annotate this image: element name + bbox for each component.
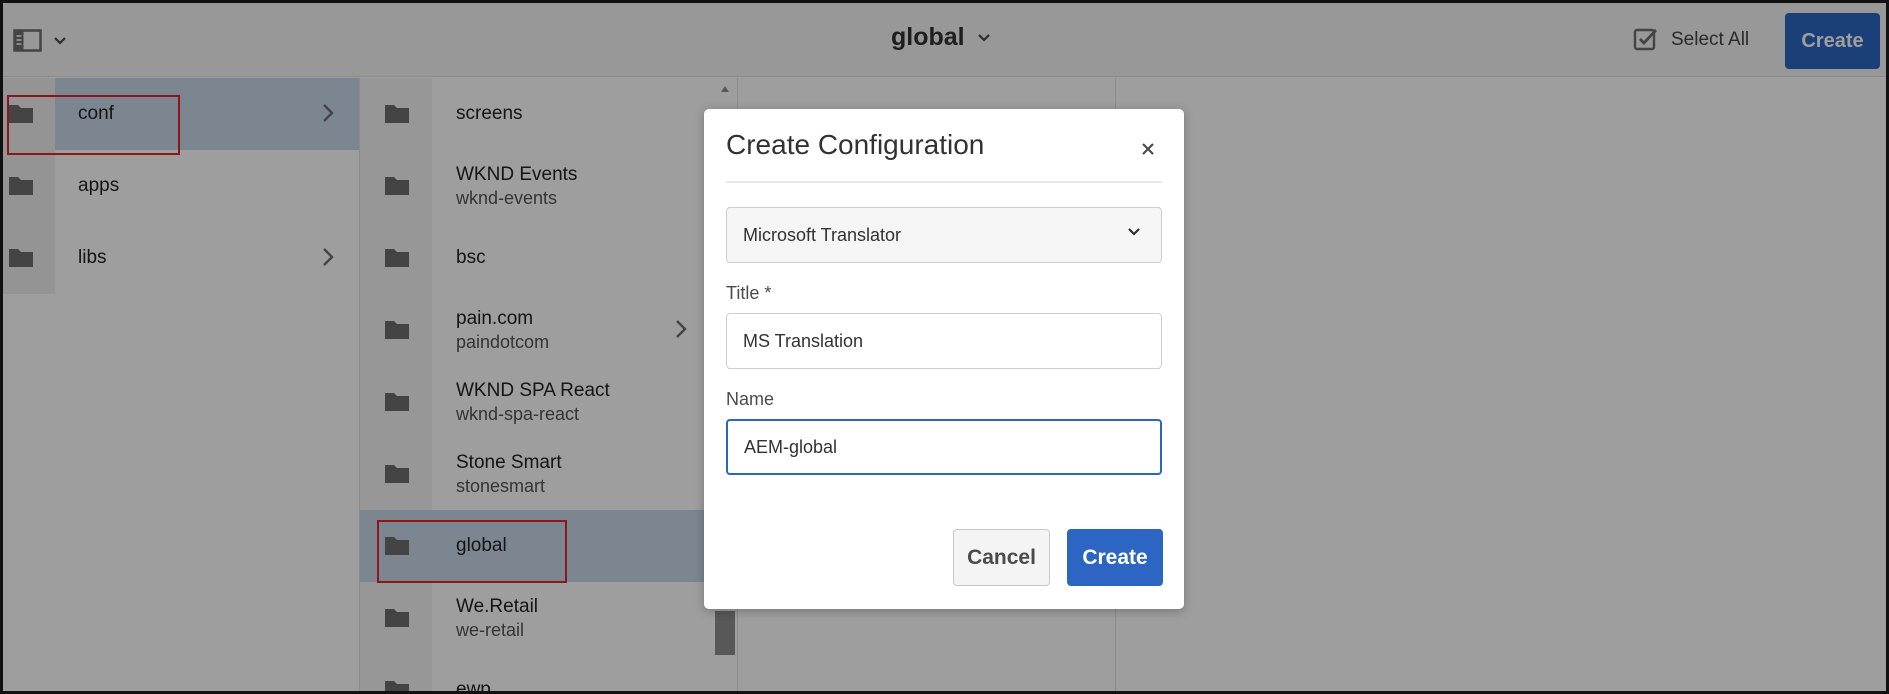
configuration-type-select[interactable]: Microsoft Translator [726, 207, 1162, 263]
dialog-title: Create Configuration [726, 129, 985, 160]
title-input[interactable] [726, 313, 1162, 369]
aem-configuration-browser: global Select All Create conf apps libs … [0, 0, 1889, 694]
close-icon[interactable] [1136, 137, 1160, 161]
name-input[interactable] [726, 419, 1162, 475]
dialog-divider [726, 181, 1162, 183]
configuration-type-value: Microsoft Translator [743, 225, 902, 245]
create-button[interactable]: Create [1067, 529, 1163, 586]
title-field-label: Title * [726, 283, 772, 303]
cancel-button[interactable]: Cancel [953, 529, 1050, 586]
chevron-down-icon [1128, 228, 1140, 236]
create-configuration-dialog: Create Configuration Microsoft Translato… [704, 109, 1184, 609]
name-field-label: Name [726, 389, 775, 409]
